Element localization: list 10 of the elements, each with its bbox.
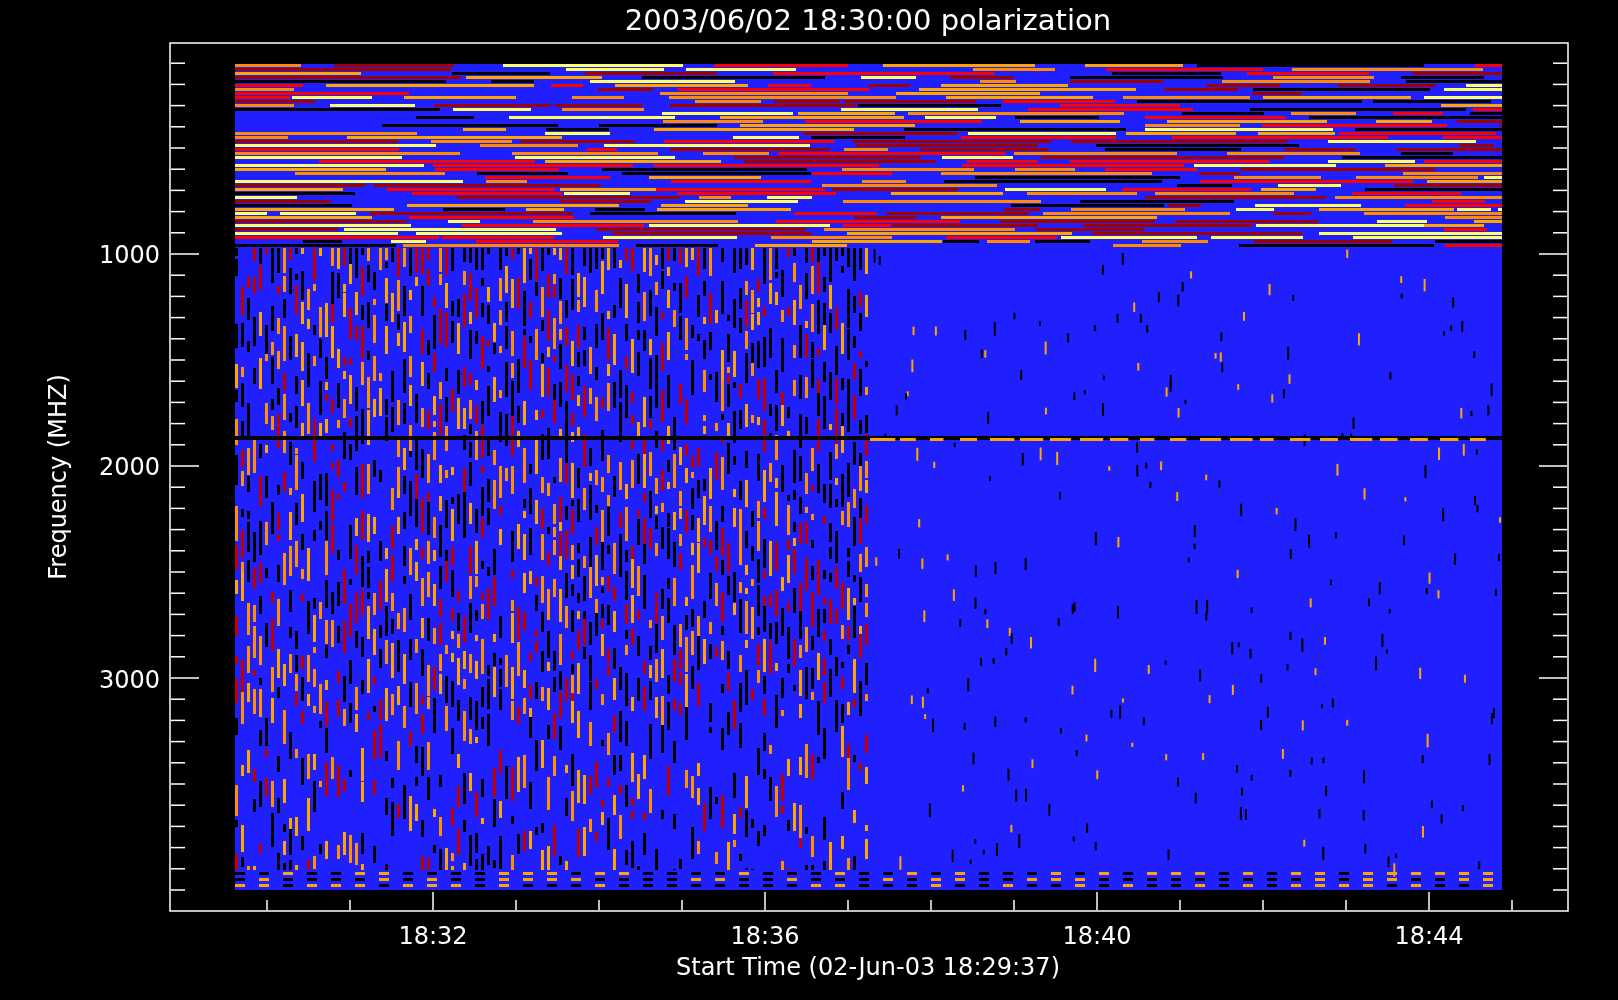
x-tick-label: 18:32 [398, 922, 468, 950]
x-axis-label: Start Time (02-Jun-03 18:29:37) [676, 953, 1060, 981]
x-tick-label: 18:44 [1394, 922, 1464, 950]
y-axis-label: Frequency (MHZ) [44, 374, 72, 580]
y-tick-label: 3000 [98, 666, 160, 694]
x-tick-label: 18:36 [730, 922, 800, 950]
chart-title: 2003/06/02 18:30:00 polarization [624, 3, 1112, 37]
x-tick-label: 18:40 [1062, 922, 1132, 950]
y-tick-label: 2000 [98, 453, 160, 481]
y-tick-label: 1000 [98, 241, 160, 269]
